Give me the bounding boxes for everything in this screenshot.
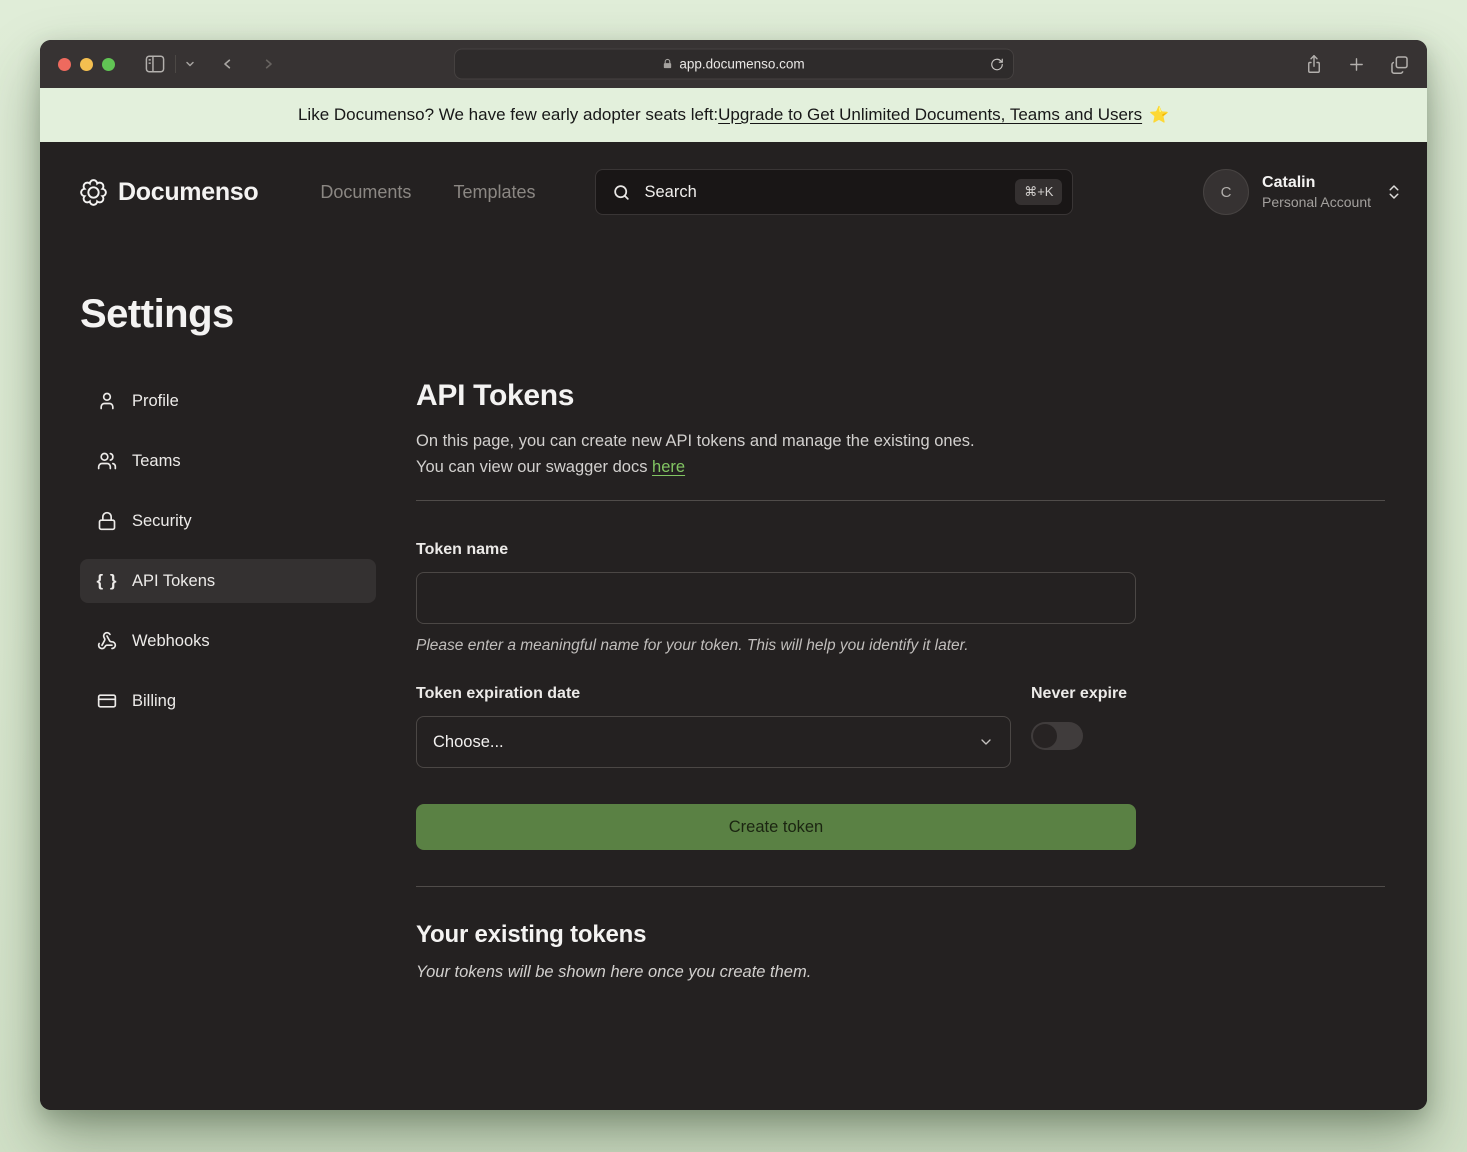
account-type: Personal Account [1262,194,1371,212]
address-bar[interactable]: app.documenso.com [454,49,1014,80]
avatar: C [1203,169,1249,215]
sidebar-item-billing[interactable]: Billing [80,679,376,723]
app-header: Documenso Documents Templates Search ⌘+K… [40,142,1427,242]
browser-window: app.documenso.com [40,40,1427,1110]
titlebar-divider [175,55,176,73]
user-icon [96,391,118,411]
close-window-button[interactable] [58,58,71,71]
search-shortcut-badge: ⌘+K [1015,179,1062,205]
expiration-selected-value: Choose... [433,733,504,752]
sidebar-item-api-tokens[interactable]: { } API Tokens [80,559,376,603]
url-text: app.documenso.com [679,57,804,72]
search-placeholder: Search [644,183,1015,202]
section-divider [416,500,1385,501]
sidebar-item-label: Billing [132,692,176,711]
existing-tokens-heading: Your existing tokens [416,921,1385,949]
expiration-row: Token expiration date Choose... Never ex… [416,685,1385,768]
credit-card-icon [96,691,118,711]
sidebar-item-label: Teams [132,452,181,471]
sidebar-toggle-icon[interactable] [145,55,165,73]
upgrade-banner: Like Documenso? We have few early adopte… [40,88,1427,142]
share-icon[interactable] [1305,54,1323,74]
tab-group-chevron-icon[interactable] [184,58,196,70]
sidebar-item-label: Profile [132,392,179,411]
sidebar-item-label: Webhooks [132,632,210,651]
titlebar-right-actions [1305,54,1409,74]
create-token-button[interactable]: Create token [416,804,1136,850]
star-emoji-icon: ⭐ [1149,105,1169,125]
token-name-help: Please enter a meaningful name for your … [416,637,1385,655]
nav-documents[interactable]: Documents [320,182,411,203]
settings-sidebar: Profile Teams Security [80,379,376,982]
upgrade-link[interactable]: Upgrade to Get Unlimited Documents, Team… [718,105,1142,125]
sidebar-item-teams[interactable]: Teams [80,439,376,483]
brand[interactable]: Documenso [80,178,258,207]
zoom-window-button[interactable] [102,58,115,71]
traffic-lights [58,58,115,71]
search-input[interactable]: Search ⌘+K [595,169,1073,215]
settings-page: Settings Profile Teams [40,242,1427,1110]
token-name-label: Token name [416,541,1385,559]
never-expire-toggle[interactable] [1031,722,1083,750]
search-icon [612,183,631,202]
swagger-docs-link[interactable]: here [652,458,685,476]
forward-button[interactable] [261,55,276,73]
section-heading: API Tokens [416,379,1385,413]
description-line2: You can view our swagger docs [416,458,652,476]
nav-templates[interactable]: Templates [453,182,535,203]
account-menu[interactable]: C Catalin Personal Account [1203,169,1403,215]
account-name: Catalin [1262,173,1371,193]
banner-text: Like Documenso? We have few early adopte… [298,105,718,125]
webhook-icon [96,631,118,651]
users-icon [96,451,118,471]
brand-name: Documenso [118,178,258,207]
back-button[interactable] [220,55,235,73]
new-tab-icon[interactable] [1348,56,1365,73]
never-expire-label: Never expire [1031,685,1141,703]
expiration-label: Token expiration date [416,685,1011,703]
tab-overview-icon[interactable] [1390,55,1409,74]
page-title: Settings [80,292,1385,337]
existing-tokens-empty-text: Your tokens will be shown here once you … [416,963,1385,982]
documenso-app: Documenso Documents Templates Search ⌘+K… [40,142,1427,1110]
lock-icon [662,58,673,71]
lock-icon [96,511,118,531]
api-tokens-panel: API Tokens On this page, you can create … [416,379,1385,982]
sidebar-item-profile[interactable]: Profile [80,379,376,423]
sidebar-item-webhooks[interactable]: Webhooks [80,619,376,663]
expiration-column: Token expiration date Choose... [416,685,1011,768]
never-expire-column: Never expire [1031,685,1141,750]
braces-icon: { } [96,571,118,591]
expiration-select[interactable]: Choose... [416,716,1011,768]
toggle-knob [1033,724,1057,748]
chevrons-up-down-icon [1385,183,1403,201]
documenso-logo-icon [80,179,107,206]
sidebar-item-label: Security [132,512,192,531]
token-name-input[interactable] [416,572,1136,624]
minimize-window-button[interactable] [80,58,93,71]
account-meta: Catalin Personal Account [1262,173,1371,212]
reload-icon[interactable] [990,57,1004,71]
sidebar-item-label: API Tokens [132,572,215,591]
section-description: On this page, you can create new API tok… [416,428,1385,480]
description-line1: On this page, you can create new API tok… [416,432,975,450]
browser-titlebar: app.documenso.com [40,40,1427,88]
existing-divider [416,886,1385,887]
chevron-down-icon [978,734,994,750]
top-nav: Documents Templates [320,182,535,203]
sidebar-item-security[interactable]: Security [80,499,376,543]
